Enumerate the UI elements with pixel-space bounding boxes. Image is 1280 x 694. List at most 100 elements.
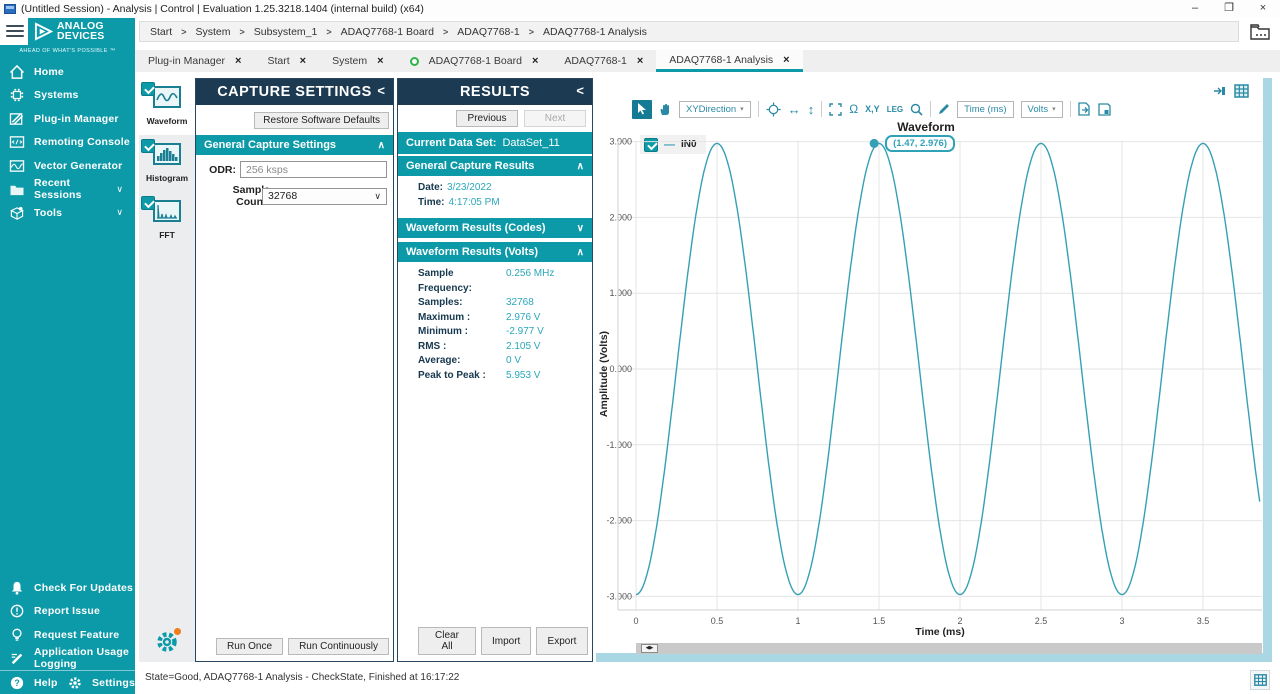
plugin-manager-icon xyxy=(9,112,25,126)
chevron-up-icon: ∧ xyxy=(378,140,385,151)
sidebar-item-plugin-manager[interactable]: Plug-in Manager xyxy=(0,107,135,131)
svg-text:-2.000: -2.000 xyxy=(606,516,632,526)
sidebar-item-tools[interactable]: Tools ∨ xyxy=(0,201,135,225)
collapse-panel-icon[interactable]: < xyxy=(377,83,385,98)
general-capture-results-bar[interactable]: General Capture Results ∧ xyxy=(398,156,592,176)
clear-all-button[interactable]: Clear All xyxy=(418,627,476,655)
sidebar-item-systems[interactable]: Systems xyxy=(0,84,135,108)
close-button[interactable]: × xyxy=(1246,0,1280,18)
capture-settings-header: CAPTURE SETTINGS < xyxy=(196,79,393,105)
odr-input[interactable] xyxy=(240,161,387,178)
notification-dot xyxy=(174,628,181,635)
import-button[interactable]: Import xyxy=(481,627,531,655)
minimize-button[interactable]: – xyxy=(1178,0,1212,18)
help-icon: ? xyxy=(9,676,25,690)
grid-status-icon[interactable] xyxy=(1250,670,1270,690)
time-label: Time: xyxy=(418,196,445,211)
tab-start[interactable]: Start× xyxy=(254,50,319,72)
svg-text:1.000: 1.000 xyxy=(609,288,632,298)
restore-software-defaults-button[interactable]: Restore Software Defaults xyxy=(254,112,389,129)
restore-button[interactable]: ❐ xyxy=(1212,0,1246,18)
breadcrumb-separator: > xyxy=(239,27,244,37)
waveform-results-volts-bar[interactable]: Waveform Results (Volts) ∧ xyxy=(398,242,592,262)
tab-system[interactable]: System× xyxy=(319,50,396,72)
chevron-down-icon: ∨ xyxy=(374,191,381,202)
waveform-results-codes-bar[interactable]: Waveform Results (Codes) ∨ xyxy=(398,218,592,238)
tab-close-icon[interactable]: × xyxy=(300,55,306,67)
export-button[interactable]: Export xyxy=(536,627,588,655)
logging-icon xyxy=(9,651,25,665)
breadcrumb-separator: > xyxy=(326,27,331,37)
tab-adaq7768[interactable]: ADAQ7768-1× xyxy=(551,50,656,72)
sidebar-item-vector-generator[interactable]: Vector Generator xyxy=(0,154,135,178)
rail-item-histogram[interactable]: Histogram xyxy=(139,135,195,192)
breadcrumb-separator: > xyxy=(529,27,534,37)
sidebar-item-request-feature[interactable]: Request Feature xyxy=(0,623,135,647)
tab-close-icon[interactable]: × xyxy=(637,55,643,67)
results-header: RESULTS < xyxy=(398,79,592,105)
breadcrumb-item[interactable]: Start xyxy=(150,26,172,38)
menu-hamburger-icon[interactable] xyxy=(6,22,28,40)
tab-close-icon[interactable]: × xyxy=(235,55,241,67)
waveform-plot[interactable]: 3.0002.0001.0000.000-1.000-2.000-3.00000… xyxy=(596,78,1263,654)
scrollbar-range-widget[interactable]: ◀▶ xyxy=(641,644,658,653)
sidebar-item-recent-sessions[interactable]: Recent Sessions ∨ xyxy=(0,178,135,202)
open-session-folder-icon[interactable] xyxy=(1248,20,1272,42)
breadcrumb-item[interactable]: ADAQ7768-1 Board xyxy=(341,26,434,38)
status-dot-green xyxy=(410,57,419,66)
gear-icon xyxy=(67,676,83,690)
tab-close-icon[interactable]: × xyxy=(377,55,383,67)
sidebar-item-home[interactable]: Home xyxy=(0,60,135,84)
current-data-set-bar: Current Data Set: DataSet_11 xyxy=(398,132,592,154)
next-button[interactable]: Next xyxy=(524,110,586,127)
result-row: Sample Frequency:0.256 MHz xyxy=(418,267,592,296)
analysis-view-rail: Waveform Histogram FFT xyxy=(139,78,195,662)
tab-close-icon[interactable]: × xyxy=(532,55,538,67)
svg-text:2.5: 2.5 xyxy=(1035,616,1048,626)
breadcrumb-item[interactable]: Subsystem_1 xyxy=(254,26,318,38)
svg-text:0.000: 0.000 xyxy=(609,364,632,374)
sample-count-label: Sample Count: xyxy=(196,184,270,208)
fft-checkbox[interactable] xyxy=(141,196,155,210)
chevron-down-icon: ∨ xyxy=(116,207,123,218)
remoting-console-icon xyxy=(9,135,25,149)
results-panel: RESULTS < Previous Next Current Data Set… xyxy=(397,78,593,662)
run-once-button[interactable]: Run Once xyxy=(216,638,283,655)
sidebar-item-check-for-updates[interactable]: Check For Updates xyxy=(0,576,135,600)
breadcrumb-separator: > xyxy=(181,27,186,37)
previous-button[interactable]: Previous xyxy=(456,110,518,127)
tab-close-icon[interactable]: × xyxy=(783,54,789,66)
date-label: Date: xyxy=(418,181,443,196)
breadcrumb-item[interactable]: System xyxy=(195,26,230,38)
horizontal-scrollbar[interactable]: ◀▶ xyxy=(636,643,1262,654)
sidebar-item-help[interactable]: ? Help xyxy=(0,671,58,694)
tab-plugin-manager[interactable]: Plug-in Manager× xyxy=(135,50,254,72)
svg-text:3.000: 3.000 xyxy=(609,137,632,147)
result-row: Peak to Peak :5.953 V xyxy=(418,369,592,384)
sidebar-item-report-issue[interactable]: Report Issue xyxy=(0,600,135,624)
sidebar-item-settings[interactable]: Settings xyxy=(58,671,135,694)
systems-icon xyxy=(9,88,25,102)
lightbulb-icon xyxy=(9,628,25,642)
rail-item-fft[interactable]: FFT xyxy=(139,192,195,249)
breadcrumb-item[interactable]: ADAQ7768-1 xyxy=(457,26,519,38)
waveform-chart-panel: XYDirection▾ ↔ ↕ Ω X,Y LEG Time (ms) Vol… xyxy=(596,78,1272,662)
general-capture-settings-bar[interactable]: General Capture Settings ∧ xyxy=(196,135,393,155)
sample-count-select[interactable]: 32768 ∨ xyxy=(262,188,387,205)
collapse-panel-icon[interactable]: < xyxy=(576,83,584,98)
adi-triangle-icon xyxy=(34,22,53,41)
breadcrumb-item[interactable]: ADAQ7768-1 Analysis xyxy=(543,26,647,38)
rail-item-waveform[interactable]: Waveform xyxy=(139,78,195,135)
histogram-checkbox[interactable] xyxy=(141,139,155,153)
tab-adaq7768-analysis[interactable]: ADAQ7768-1 Analysis× xyxy=(656,50,802,72)
result-row: Maximum :2.976 V xyxy=(418,311,592,326)
run-continuously-button[interactable]: Run Continuously xyxy=(288,638,389,655)
sidebar-item-remoting-console[interactable]: Remoting Console xyxy=(0,131,135,155)
sidebar-item-application-usage-logging[interactable]: Application Usage Logging xyxy=(0,647,135,671)
svg-text:1.5: 1.5 xyxy=(873,616,886,626)
chevron-up-icon: ∧ xyxy=(577,247,584,258)
analysis-settings-gear[interactable] xyxy=(155,630,179,654)
tab-adaq7768-board[interactable]: ADAQ7768-1 Board× xyxy=(397,50,552,72)
waveform-checkbox[interactable] xyxy=(141,82,155,96)
window-title: (Untitled Session) - Analysis | Control … xyxy=(21,3,424,15)
